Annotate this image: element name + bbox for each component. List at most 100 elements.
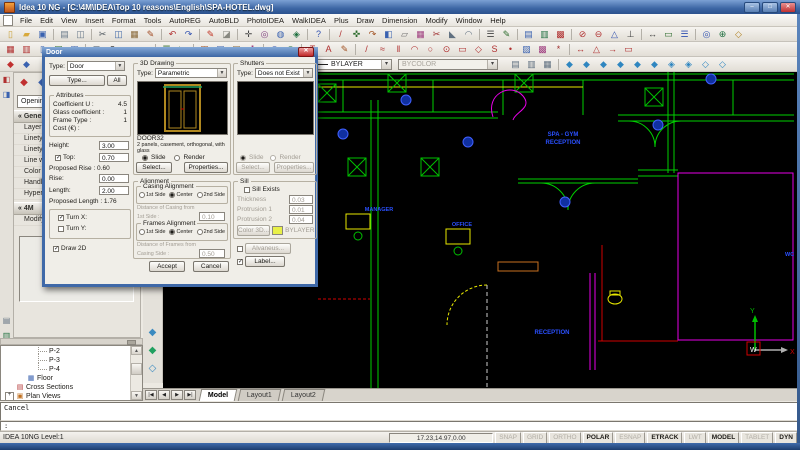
properties-icon[interactable]: ☰ [483,27,498,42]
label-button[interactable]: Label... [245,256,285,267]
ucs-dialog-icon[interactable]: ◆ [16,75,32,91]
menu-dimension[interactable]: Dimension [378,15,421,26]
rectangle-icon[interactable]: ▭ [455,42,470,57]
tree-item-p-4[interactable]: P-4 [1,365,130,374]
circle-icon[interactable]: ○ [423,42,438,57]
top-field[interactable]: 0.70 [99,153,129,162]
command-input[interactable]: : [0,421,800,431]
tree-item-cross-sections[interactable]: ▤Cross Sections [1,383,130,392]
wall-icon[interactable]: ▦ [3,42,18,57]
list-icon[interactable]: ☰ [677,27,692,42]
render-mode-icon[interactable]: ◆ [145,343,161,359]
hatch-icon[interactable]: ▨ [519,42,534,57]
chevron-down-icon[interactable]: ▼ [303,69,312,77]
edit-text-icon[interactable]: ✎ [337,42,352,57]
casing-center-radio[interactable] [169,192,175,198]
array-icon[interactable]: ▦ [413,27,428,42]
area-icon[interactable]: ▭ [661,27,676,42]
pencil-icon[interactable]: ✎ [203,27,218,42]
menu-format[interactable]: Format [108,15,140,26]
title-bar[interactable]: Idea 10 NG - [C:\4M\IDEA\Top 10 reasons\… [0,0,800,14]
view-left-icon[interactable]: ◆ [596,57,611,72]
type-button[interactable]: Type... [49,75,105,86]
menu-autobld[interactable]: AutoBLD [205,15,243,26]
top-checkbox[interactable]: ✓ [55,155,61,161]
help-icon[interactable]: ? [311,27,326,42]
chevron-down-icon[interactable]: ▾ [381,60,391,69]
undo-icon[interactable]: ↶ [165,27,180,42]
view-ne-iso-icon[interactable]: ◇ [698,57,713,72]
erase-icon[interactable]: ◪ [219,27,234,42]
zoom-window-icon[interactable]: ◍ [273,27,288,42]
frames-2nd-radio[interactable] [197,229,203,235]
height-field[interactable]: 3.00 [99,141,129,150]
zoom-realtime-icon[interactable]: ◎ [257,27,272,42]
angle-icon[interactable]: △ [607,27,622,42]
tree-scrollbar[interactable]: ▲ ▼ [130,346,142,400]
draw-toolbar-icon[interactable]: ◧ [0,73,13,87]
menu-edit[interactable]: Edit [36,15,57,26]
trim-icon[interactable]: ✂ [429,27,444,42]
view-top-icon[interactable]: ◆ [562,57,577,72]
menu-view[interactable]: View [57,15,81,26]
close-button[interactable]: ✕ [780,2,796,13]
rotate-icon[interactable]: ↷ [365,27,380,42]
casing-2nd-radio[interactable] [197,192,203,198]
view-3d-icon[interactable]: ◆ [145,325,161,341]
rise-field[interactable]: 0.00 [99,174,129,183]
color-icon[interactable]: ▩ [553,27,568,42]
tree-item-p-3[interactable]: P-3 [1,356,130,365]
open-icon[interactable]: ▰ [19,27,34,42]
menu-help[interactable]: Help [486,15,509,26]
menu-draw[interactable]: Draw [353,15,379,26]
menu-window[interactable]: Window [452,15,487,26]
minimize-button[interactable]: – [744,2,760,13]
shutters-type-select[interactable]: Does not Exist▼ [255,68,313,78]
tab-prev-icon[interactable]: ◀ [158,390,170,400]
tolerance-icon[interactable]: ▭ [621,42,636,57]
layers-icon[interactable]: ▤ [521,27,536,42]
print-icon[interactable]: ▤ [57,27,72,42]
panel-splitter[interactable] [0,338,143,345]
maximize-button[interactable]: □ [762,2,778,13]
toggle-grid[interactable]: GRID [523,432,547,444]
render-radio[interactable] [174,155,180,161]
lock-icon[interactable]: ⊖ [591,27,606,42]
view-se-iso-icon[interactable]: ◈ [681,57,696,72]
fillet-icon[interactable]: ◠ [461,27,476,42]
view-bottom-icon[interactable]: ◆ [579,57,594,72]
page-setup-icon[interactable]: ▥ [524,57,539,72]
tab-next-icon[interactable]: ▶ [171,390,183,400]
paste-icon[interactable]: ▦ [127,27,142,42]
view-back-icon[interactable]: ◆ [647,57,662,72]
alvaneus-checkbox[interactable] [237,246,243,252]
toggle-etrack[interactable]: ETRACK [647,432,682,444]
print-preview-icon[interactable]: ◫ [73,27,88,42]
outer-wall-icon[interactable]: ▥ [19,42,34,57]
osnap-icon[interactable]: ◇ [731,27,746,42]
toggle-polar[interactable]: POLAR [583,432,614,444]
chevron-down-icon[interactable]: ▼ [115,62,124,70]
view-sw-iso-icon[interactable]: ◈ [664,57,679,72]
copy-icon[interactable]: ◫ [111,27,126,42]
tab-layout1[interactable]: Layout1 [238,389,281,401]
frames-center-radio[interactable] [169,229,175,235]
menu-plus[interactable]: Plus [330,15,353,26]
command-history[interactable]: Cancel [0,402,800,421]
move-icon[interactable]: ✜ [349,27,364,42]
scroll-up-icon[interactable]: ▲ [131,346,142,355]
3d-type-select[interactable]: Parametric▼ [155,68,227,78]
cancel-button[interactable]: Cancel [193,261,229,272]
named-views-icon[interactable]: ◆ [19,57,34,72]
tree-item-floor[interactable]: ▦Floor [1,374,130,383]
toggle-model[interactable]: MODEL [708,432,739,444]
format-painter-icon[interactable]: ✎ [143,27,158,42]
dialog-title-bar[interactable]: Door ✕ [42,47,318,57]
toggle-dyn[interactable]: DYN [775,432,797,444]
scroll-thumb[interactable] [131,363,142,375]
sill-exists-checkbox[interactable] [244,187,250,193]
draw-2d-checkbox[interactable]: ✓ [53,246,59,252]
ortho-mode-icon[interactable]: ⊥ [623,27,638,42]
menu-modify[interactable]: Modify [421,15,451,26]
publish-icon[interactable]: ▦ [540,57,555,72]
